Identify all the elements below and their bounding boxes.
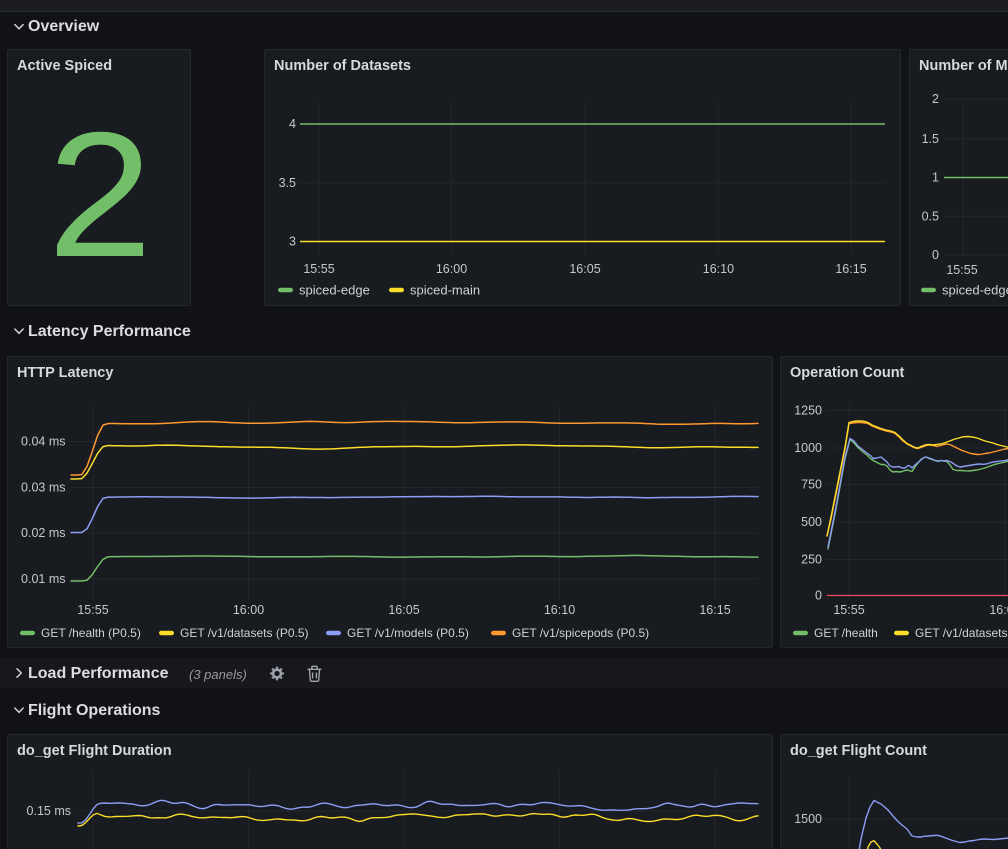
svg-text:1500: 1500 bbox=[794, 812, 822, 826]
svg-text:0.15 ms: 0.15 ms bbox=[27, 804, 71, 818]
